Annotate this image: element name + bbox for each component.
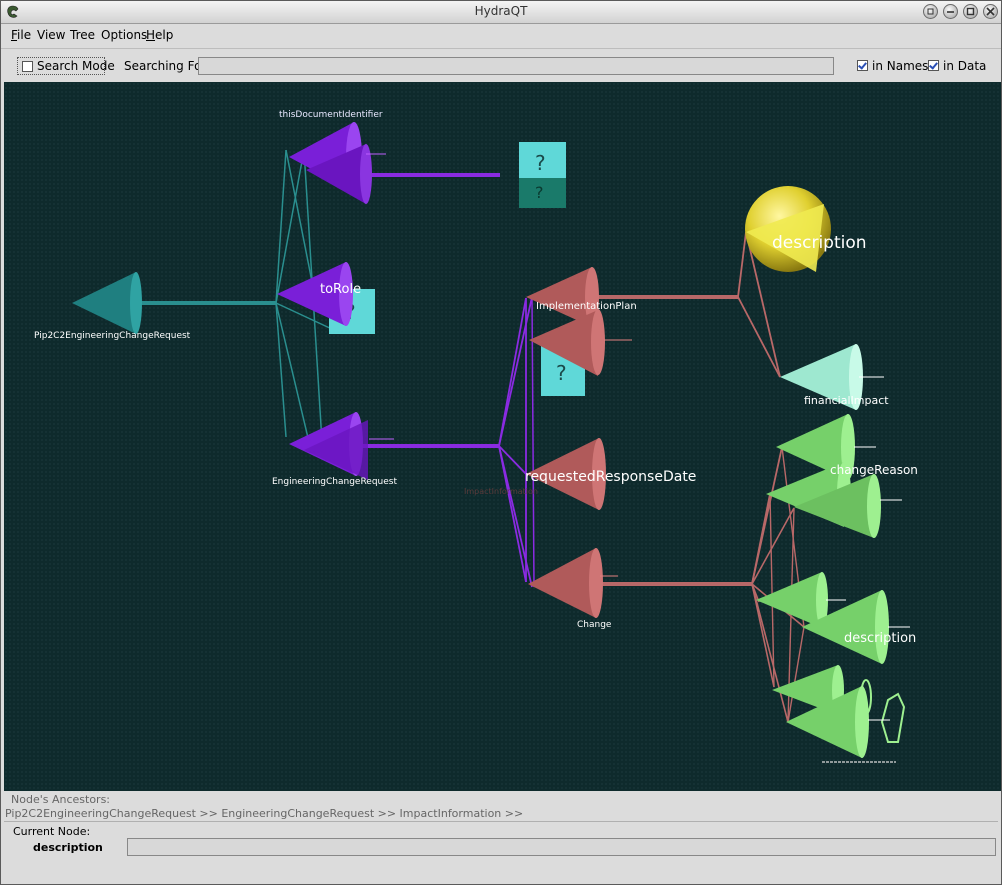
label-requested-response-date: requestedResponseDate (525, 469, 696, 485)
node-ecr[interactable]: EngineeringChangeRequest (272, 412, 397, 487)
search-input[interactable] (198, 57, 834, 75)
menu-view[interactable]: View (37, 28, 65, 42)
node-info-panel: Node's Ancestors: Pip2C2EngineeringChang… (1, 791, 1001, 884)
maximize-icon[interactable] (963, 4, 978, 19)
tree-3d-viewport[interactable]: Pip2C2EngineeringChangeRequest thisDocum… (4, 82, 1001, 791)
menu-options[interactable]: Options (101, 28, 147, 42)
close-icon[interactable] (983, 4, 998, 19)
search-mode-label: Search Mode (37, 59, 115, 73)
title-bar[interactable]: HydraQT (1, 1, 1001, 24)
label-financial-impact: financialImpact (804, 394, 889, 407)
label-change: Change (577, 620, 612, 630)
menu-file[interactable]: File (11, 28, 31, 42)
menu-tree[interactable]: Tree (70, 28, 95, 42)
label-this-document: thisDocumentIdentifier (279, 110, 383, 120)
node-implementation-plan[interactable]: ? ImplementationPlan (526, 267, 637, 396)
label-description-bottom: description (844, 631, 916, 646)
search-mode-checkbox[interactable] (22, 61, 33, 72)
window-title: HydraQT (474, 4, 528, 18)
node-to-role[interactable]: ? toRole (277, 262, 375, 334)
node-green-leaf-group[interactable] (772, 665, 906, 763)
unknown-node-cube[interactable]: ? ? (519, 142, 566, 208)
menu-bar: File View Tree Options Help (1, 24, 1001, 46)
minimize-icon[interactable] (943, 4, 958, 19)
in-data-label: in Data (943, 59, 987, 73)
root-node[interactable]: Pip2C2EngineeringChangeRequest (34, 272, 191, 341)
current-node-value-field[interactable] (127, 838, 996, 856)
ancestors-path: Pip2C2EngineeringChangeRequest >> Engine… (5, 807, 524, 820)
search-toolbar: Search Mode Searching For: in Names in D… (1, 48, 1001, 83)
in-names-checkbox[interactable] (857, 60, 868, 71)
in-data-checkbox[interactable] (928, 60, 939, 71)
label-impact-information-faint: ImpactInformation (464, 487, 538, 496)
node-description-top[interactable]: description (745, 186, 867, 272)
search-mode-toggle[interactable]: Search Mode (17, 57, 115, 75)
menu-icon[interactable] (923, 4, 938, 19)
in-names-label: in Names (872, 59, 929, 73)
unknown-icon: ? (535, 151, 546, 175)
node-change-reason[interactable]: changeReason (766, 414, 918, 538)
label-root: Pip2C2EngineeringChangeRequest (34, 331, 191, 341)
app-window: HydraQT File View Tree Options Help Sear… (0, 0, 1002, 885)
edges-purple (359, 173, 535, 588)
node-change[interactable]: Change (528, 548, 618, 630)
menu-help[interactable]: Help (146, 28, 173, 42)
hyperbolic-tree-graph[interactable]: Pip2C2EngineeringChangeRequest thisDocum… (4, 82, 1001, 791)
ancestors-label: Node's Ancestors: (11, 793, 111, 806)
current-node-label: Current Node: (13, 825, 91, 838)
label-change-reason: changeReason (830, 463, 918, 477)
label-description-top: description (772, 233, 867, 253)
label-to-role: toRole (320, 282, 361, 297)
svg-text:?: ? (535, 183, 544, 202)
current-node-group: Current Node: description (4, 821, 998, 864)
label-ecr: EngineeringChangeRequest (272, 477, 397, 487)
current-node-name: description (33, 841, 103, 854)
node-this-document[interactable]: thisDocumentIdentifier (279, 110, 386, 204)
node-description-bottom[interactable]: description (756, 572, 916, 664)
label-implementation-plan: ImplementationPlan (536, 301, 637, 312)
svg-text:?: ? (556, 361, 567, 385)
node-financial-impact[interactable]: financialImpact (780, 344, 889, 410)
